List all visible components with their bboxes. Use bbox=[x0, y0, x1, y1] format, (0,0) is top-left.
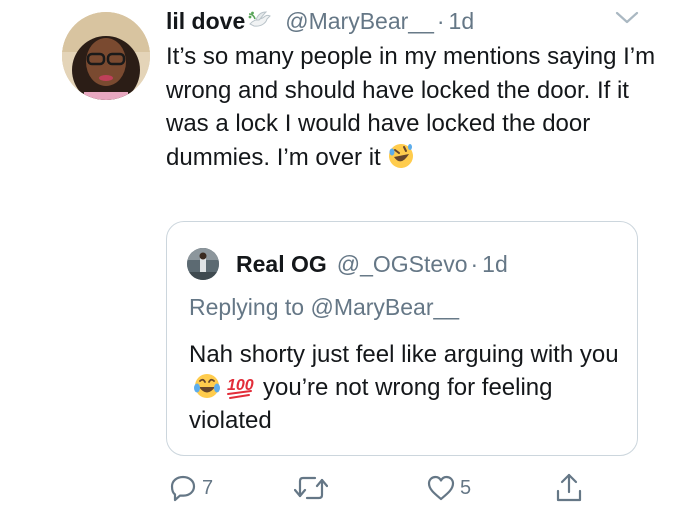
dove-emoji-icon bbox=[247, 8, 273, 34]
quoted-tweet-text: Nah shorty just feel like arguing with y… bbox=[189, 338, 629, 437]
quoted-timestamp[interactable]: 1d bbox=[482, 251, 508, 278]
quoted-text-part1: Nah shorty just feel like arguing with y… bbox=[189, 341, 619, 368]
retweet-icon bbox=[294, 476, 328, 500]
quoted-header: Real OG @_OGStevo · 1d bbox=[236, 246, 508, 282]
replying-to: Replying to @MaryBear__ bbox=[189, 294, 459, 321]
user-handle[interactable]: @MaryBear__ bbox=[285, 8, 434, 35]
display-name[interactable]: lil dove bbox=[166, 8, 245, 35]
rolling-laughing-emoji-icon bbox=[387, 142, 415, 170]
quoted-avatar-photo bbox=[187, 248, 219, 280]
quoted-tweet-card[interactable]: Real OG @_OGStevo · 1d Replying to @Mary… bbox=[166, 221, 638, 456]
reply-icon bbox=[170, 475, 196, 502]
chevron-down-icon[interactable] bbox=[613, 8, 641, 28]
tweet-text: It’s so many people in my mentions sayin… bbox=[166, 40, 656, 174]
timestamp[interactable]: 1d bbox=[449, 8, 475, 35]
like-button[interactable]: 5 bbox=[426, 470, 471, 506]
replying-to-handle[interactable]: @MaryBear__ bbox=[310, 294, 459, 320]
share-icon bbox=[556, 473, 582, 502]
reply-count: 7 bbox=[202, 476, 214, 499]
tweet-actions: 7 5 bbox=[166, 470, 616, 506]
avatar[interactable] bbox=[62, 12, 150, 100]
tweet-header: lil dove @MaryBear__ · 1d bbox=[166, 2, 474, 40]
like-count: 5 bbox=[460, 476, 472, 499]
share-button[interactable] bbox=[554, 470, 584, 506]
quoted-user-handle[interactable]: @_OGStevo bbox=[337, 251, 468, 278]
quoted-separator-dot: · bbox=[470, 250, 479, 277]
replying-to-label: Replying to bbox=[189, 294, 305, 320]
quoted-avatar[interactable] bbox=[187, 248, 219, 280]
hundred-points-emoji-icon: 100 bbox=[225, 372, 255, 400]
reply-button[interactable]: 7 bbox=[168, 470, 213, 506]
separator-dot: · bbox=[436, 7, 445, 34]
heart-icon bbox=[427, 475, 455, 501]
retweet-button[interactable] bbox=[294, 470, 332, 506]
quoted-display-name[interactable]: Real OG bbox=[236, 251, 327, 278]
avatar-photo bbox=[62, 12, 150, 100]
tears-of-joy-emoji-icon bbox=[193, 372, 221, 400]
